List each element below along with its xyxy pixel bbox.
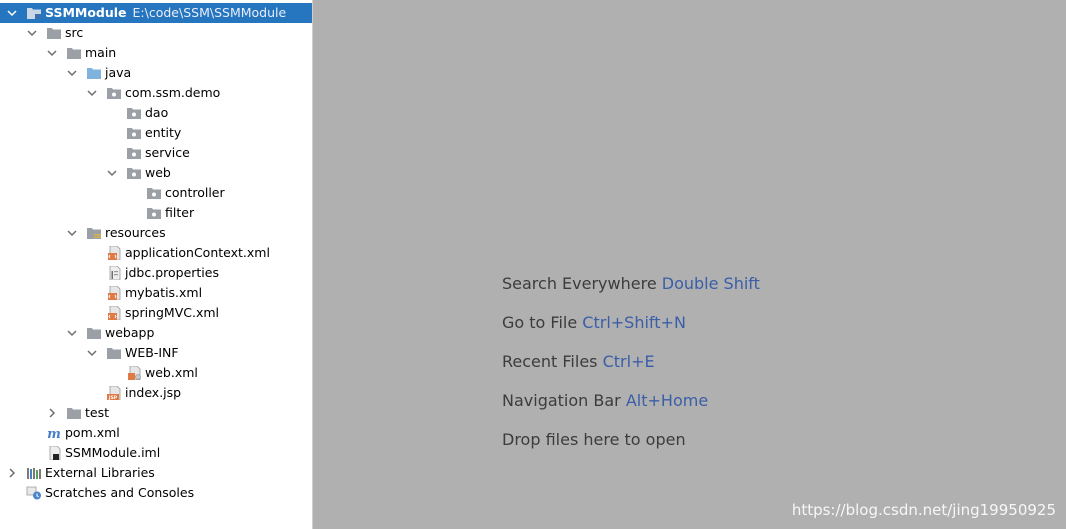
tree-label: web.xml [145, 365, 198, 380]
tree-node-webapp[interactable]: webapp [0, 323, 312, 343]
package-icon [126, 166, 142, 180]
tree-label: web [145, 165, 171, 180]
package-icon [106, 86, 122, 100]
tree-label: index.jsp [125, 385, 182, 400]
xml-file-icon [106, 306, 122, 320]
libraries-icon [26, 466, 42, 480]
tree-label: jdbc.properties [125, 265, 219, 280]
source-folder-icon [86, 66, 102, 80]
folder-icon [66, 46, 82, 60]
tree-label: java [105, 65, 132, 80]
tree-label: entity [145, 125, 182, 140]
chevron-down-icon[interactable] [66, 63, 78, 83]
chevron-down-icon[interactable] [86, 343, 98, 363]
tree-node-web[interactable]: web [0, 163, 312, 183]
tree-label: webapp [105, 325, 155, 340]
tree-node-service[interactable]: service [0, 143, 312, 163]
package-icon [126, 106, 142, 120]
folder-icon [46, 26, 62, 40]
tree-node-main[interactable]: main [0, 43, 312, 63]
tree-label: External Libraries [45, 465, 155, 480]
tree-node-resources[interactable]: resources [0, 223, 312, 243]
package-icon [146, 186, 162, 200]
root-name: SSMModule [45, 5, 127, 20]
tree-label: main [85, 45, 117, 60]
properties-file-icon [106, 266, 122, 280]
chevron-down-icon[interactable] [26, 23, 38, 43]
svg-text:m: m [47, 427, 61, 440]
jsp-file-icon: JSP [106, 386, 122, 400]
tree-node-applicationcontext-xml[interactable]: applicationContext.xml [0, 243, 312, 263]
resources-folder-icon [86, 226, 102, 240]
chevron-down-icon[interactable] [106, 163, 118, 183]
tree-node-pom-xml[interactable]: m pom.xml [0, 423, 312, 443]
tree-node-scratches[interactable]: Scratches and Consoles [0, 483, 312, 503]
tree-node-springmvc-xml[interactable]: springMVC.xml [0, 303, 312, 323]
xml-file-icon [106, 246, 122, 260]
tree-node-dao[interactable]: dao [0, 103, 312, 123]
web-xml-file-icon [126, 366, 142, 380]
hint-go-to-file: Go to File Ctrl+Shift+N [502, 313, 686, 332]
tree-node-controller[interactable]: controller [0, 183, 312, 203]
tree-node-filter[interactable]: filter [0, 203, 312, 223]
tree-label: springMVC.xml [125, 305, 220, 320]
chevron-right-icon[interactable] [6, 463, 18, 483]
folder-icon [66, 406, 82, 420]
tree-label: WEB-INF [125, 345, 179, 360]
tree-label: com.ssm.demo [125, 85, 221, 100]
folder-icon [86, 326, 102, 340]
tree-node-iml[interactable]: SSMModule.iml [0, 443, 312, 463]
scratches-icon [26, 486, 42, 500]
tree-label: filter [165, 205, 195, 220]
tree-node-package[interactable]: com.ssm.demo [0, 83, 312, 103]
chevron-down-icon[interactable] [66, 323, 78, 343]
hint-search-everywhere: Search Everywhere Double Shift [502, 274, 760, 293]
tree-label: service [145, 145, 190, 160]
folder-icon [106, 346, 122, 360]
tree-label: controller [165, 185, 225, 200]
project-tree-panel: SSMModule E:\code\SSM\SSMModule src main … [0, 0, 313, 529]
package-icon [126, 146, 142, 160]
tree-label: SSMModule.iml [65, 445, 161, 460]
hint-drop-files: Drop files here to open [502, 430, 686, 449]
tree-node-entity[interactable]: entity [0, 123, 312, 143]
tree-node-root[interactable]: SSMModule E:\code\SSM\SSMModule [0, 3, 312, 23]
svg-text:JSP: JSP [108, 395, 118, 400]
tree-label: dao [145, 105, 169, 120]
chevron-right-icon[interactable] [46, 403, 58, 423]
tree-node-jdbc-properties[interactable]: jdbc.properties [0, 263, 312, 283]
chevron-down-icon[interactable] [66, 223, 78, 243]
tree-node-web-xml[interactable]: web.xml [0, 363, 312, 383]
hint-recent-files: Recent Files Ctrl+E [502, 352, 655, 371]
xml-file-icon [106, 286, 122, 300]
tree-label: mybatis.xml [125, 285, 203, 300]
chevron-down-icon[interactable] [86, 83, 98, 103]
hint-navigation-bar: Navigation Bar Alt+Home [502, 391, 709, 410]
tree-node-java[interactable]: java [0, 63, 312, 83]
chevron-down-icon[interactable] [6, 3, 18, 23]
tree-label: applicationContext.xml [125, 245, 270, 260]
module-folder-icon [26, 6, 42, 20]
tree-label: src [65, 25, 84, 40]
tree-node-index-jsp[interactable]: JSP index.jsp [0, 383, 312, 403]
tree-node-test[interactable]: test [0, 403, 312, 423]
tree-node-src[interactable]: src [0, 23, 312, 43]
tree-node-mybatis-xml[interactable]: mybatis.xml [0, 283, 312, 303]
package-icon [146, 206, 162, 220]
tree-label: test [85, 405, 110, 420]
iml-file-icon [46, 446, 62, 460]
root-path: E:\code\SSM\SSMModule [132, 5, 287, 20]
editor-empty-area[interactable]: Search Everywhere Double Shift Go to Fil… [313, 0, 1066, 529]
maven-icon: m [46, 426, 62, 440]
tree-label: resources [105, 225, 166, 240]
tree-label: Scratches and Consoles [45, 485, 195, 500]
tree-label: pom.xml [65, 425, 120, 440]
chevron-down-icon[interactable] [46, 43, 58, 63]
tree-node-web-inf[interactable]: WEB-INF [0, 343, 312, 363]
package-icon [126, 126, 142, 140]
watermark-url: https://blog.csdn.net/jing19950925 [791, 501, 1056, 519]
tree-node-external-libraries[interactable]: External Libraries [0, 463, 312, 483]
